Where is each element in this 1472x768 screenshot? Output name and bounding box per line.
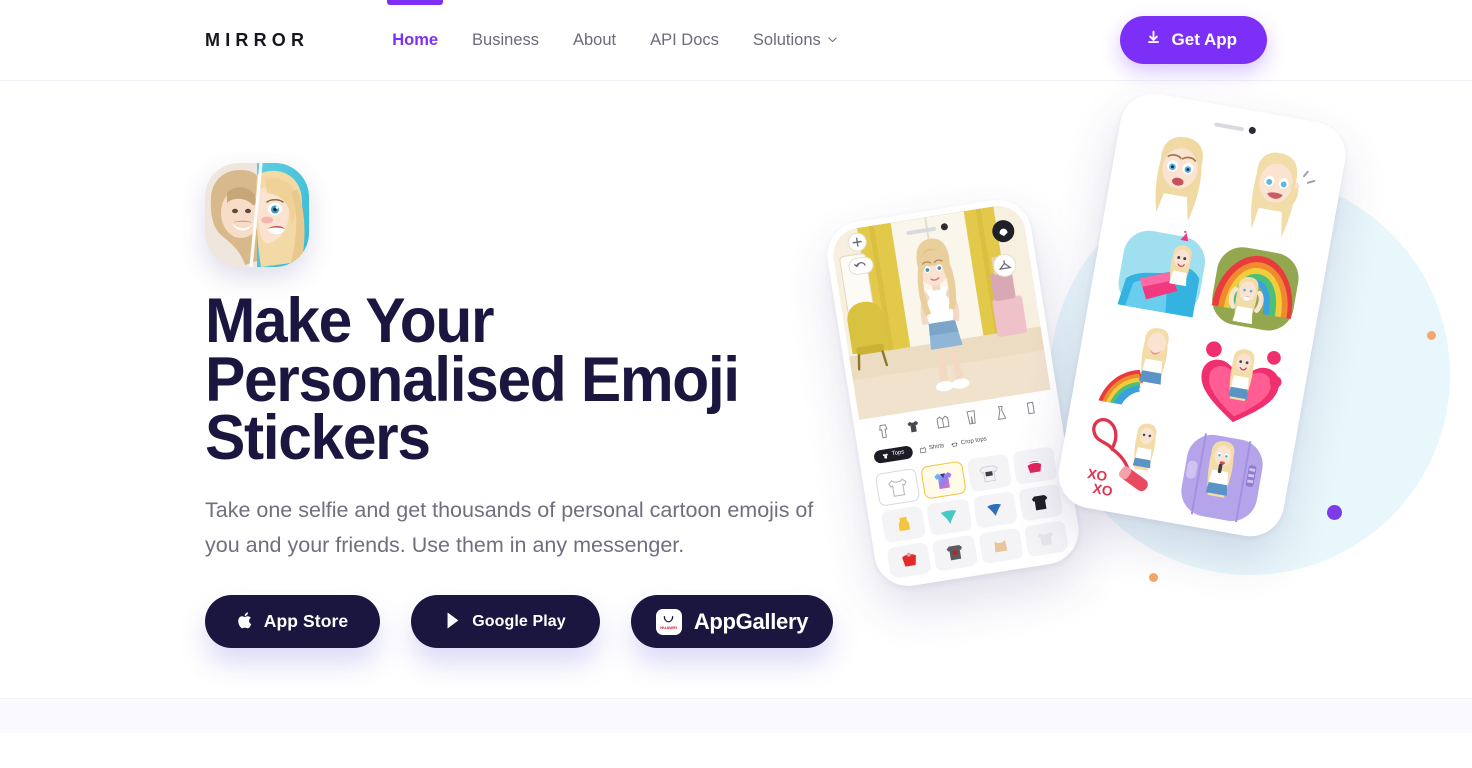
- decorative-dot-purple: [1327, 505, 1342, 520]
- hero-subheadline: Take one selfie and get thousands of per…: [205, 497, 814, 557]
- nav-item-label: Business: [472, 30, 539, 49]
- store-buttons: App Store Google Play HUAWEI AppGallery: [205, 595, 865, 649]
- wardrobe-item[interactable]: [926, 498, 973, 536]
- sticker-item[interactable]: XO XO: [1075, 408, 1181, 514]
- wardrobe-tab-label: Tops: [891, 449, 905, 458]
- nav-item-label: Solutions: [752, 30, 821, 49]
- sticker-item[interactable]: [1169, 425, 1275, 531]
- wardrobe-item[interactable]: [886, 541, 933, 579]
- app-gallery-button[interactable]: HUAWEI AppGallery: [631, 595, 833, 649]
- category-icon-tops[interactable]: [905, 418, 922, 436]
- wardrobe-item[interactable]: [1023, 519, 1070, 558]
- wardrobe-category-icons[interactable]: [859, 390, 1055, 450]
- huawei-badge-text: HUAWEI: [660, 624, 678, 630]
- wardrobe-tab-shirts[interactable]: Shirts: [919, 443, 945, 454]
- wardrobe-item[interactable]: [977, 527, 1024, 565]
- get-app-button[interactable]: Get App: [1119, 16, 1267, 64]
- hero-section: Make Your Personalised Emoji Stickers Ta…: [0, 81, 1472, 733]
- next-section-band: [0, 698, 1472, 733]
- google-play-button[interactable]: Google Play: [411, 595, 600, 649]
- brand-logo[interactable]: MIRROR: [205, 30, 309, 51]
- chevron-down-icon: [827, 34, 838, 45]
- sticker-phone-mockup: XO XO: [1053, 88, 1351, 542]
- hero-copy: Make Your Personalised Emoji Stickers Ta…: [205, 81, 865, 649]
- svg-text:XO: XO: [1091, 481, 1113, 499]
- svg-text:XO: XO: [1086, 466, 1108, 484]
- google-play-icon: [445, 611, 462, 633]
- wardrobe-item[interactable]: [880, 505, 927, 544]
- phone-notch: [896, 219, 959, 240]
- sticker-item[interactable]: [1125, 125, 1231, 231]
- wardrobe-tabs: Tops Shirts Crop tops: [863, 417, 1058, 469]
- category-icon-pants[interactable]: [963, 408, 980, 426]
- nav-item-label: API Docs: [650, 30, 719, 49]
- get-app-label: Get App: [1171, 30, 1237, 49]
- sticker-item[interactable]: [1109, 219, 1215, 325]
- wardrobe-item[interactable]: [1011, 446, 1058, 486]
- google-play-label: Google Play: [472, 612, 566, 630]
- wardrobe-tab-crop-tops[interactable]: Crop tops: [951, 436, 988, 449]
- sticker-item[interactable]: [1202, 236, 1308, 342]
- nav-item-home[interactable]: Home: [375, 0, 455, 80]
- wardrobe-item[interactable]: [932, 534, 978, 572]
- sticker-item[interactable]: [1092, 314, 1198, 420]
- wardrobe-tab-label: Crop tops: [960, 436, 988, 447]
- wardrobe-item-grid: [867, 441, 1076, 584]
- nav-item-label: About: [573, 30, 617, 49]
- wardrobe-tab-tops[interactable]: Tops: [873, 444, 914, 464]
- hero-artwork: Tops Shirts Crop tops XO XO: [822, 81, 1472, 733]
- huawei-appgallery-icon: HUAWEI: [655, 608, 682, 635]
- app-gallery-label: AppGallery: [693, 608, 809, 634]
- sticker-grid: XO XO: [1061, 97, 1342, 534]
- hero-headline: Make Your Personalised Emoji Stickers: [205, 286, 740, 474]
- decorative-dot-orange-2: [1149, 573, 1158, 582]
- wardrobe-item[interactable]: [920, 460, 967, 500]
- background-blob: [1050, 175, 1450, 575]
- nav-item-label: Home: [392, 30, 439, 49]
- download-icon: [1146, 30, 1161, 50]
- wardrobe-tab-label: Shirts: [928, 443, 945, 452]
- apple-icon: [237, 611, 254, 633]
- wardrobe-item[interactable]: [966, 453, 1013, 493]
- nav-item-api-docs[interactable]: API Docs: [633, 1, 736, 80]
- wardrobe-item[interactable]: [1017, 483, 1064, 522]
- nav-item-solutions[interactable]: Solutions: [736, 1, 855, 80]
- main-nav: Home Business About API Docs Solutions: [375, 0, 855, 80]
- site-header: MIRROR Home Business About API Docs Solu…: [0, 0, 1472, 81]
- wardrobe-item[interactable]: [874, 467, 921, 508]
- nav-item-about[interactable]: About: [556, 1, 633, 80]
- wardrobe-item[interactable]: [972, 491, 1018, 529]
- category-icon-full-body[interactable]: [875, 422, 892, 440]
- decorative-dot-orange: [1427, 331, 1436, 340]
- sticker-item[interactable]: [1185, 330, 1291, 436]
- app-store-button[interactable]: App Store: [205, 595, 380, 649]
- phone-notch: [1204, 117, 1267, 139]
- app-store-label: App Store: [263, 611, 349, 632]
- category-icon-dresses[interactable]: [992, 404, 1009, 422]
- category-icon-shirts[interactable]: [934, 413, 951, 431]
- decorative-dot-cyan: [1190, 147, 1206, 163]
- sticker-item[interactable]: [1219, 141, 1325, 247]
- nav-item-business[interactable]: Business: [455, 1, 556, 80]
- app-avatar-icon: [205, 163, 309, 267]
- category-icon-more[interactable]: [1022, 399, 1039, 417]
